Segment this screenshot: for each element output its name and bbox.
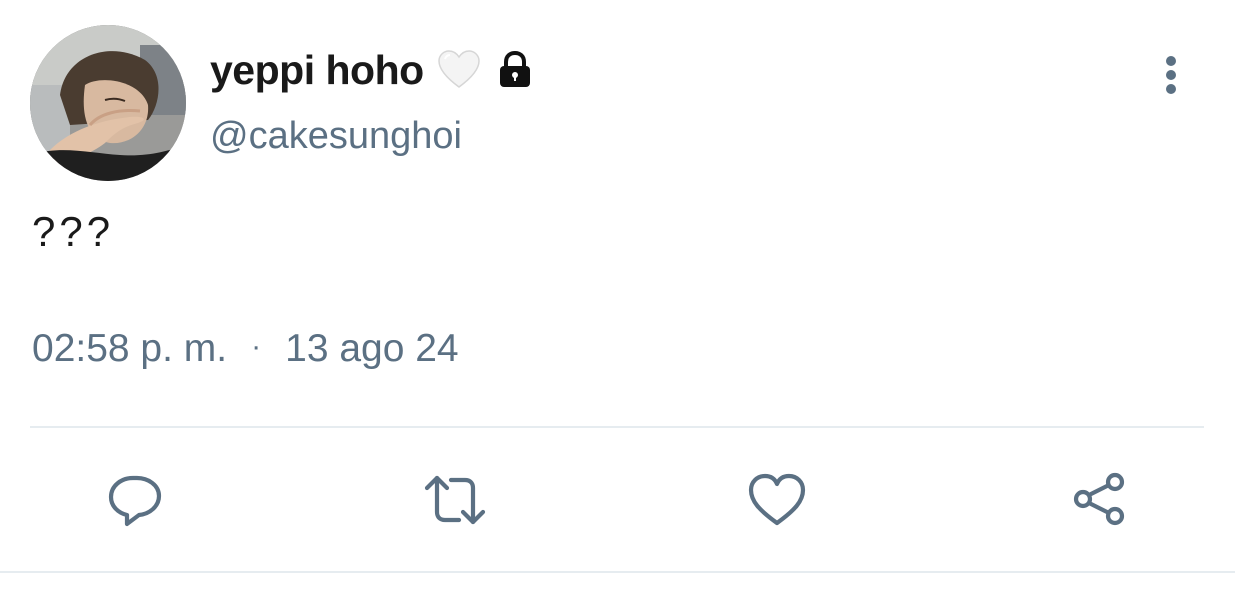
white-heart-emoji-icon xyxy=(436,47,482,93)
reply-icon xyxy=(108,475,162,527)
meta-separator: · xyxy=(251,330,262,363)
bottom-divider xyxy=(0,571,1235,573)
share-icon xyxy=(1073,472,1125,526)
share-button[interactable] xyxy=(1068,468,1132,532)
lock-icon xyxy=(494,49,536,91)
like-icon xyxy=(748,473,806,526)
tweet-text: ??? xyxy=(32,208,115,255)
divider xyxy=(30,426,1204,428)
more-options-icon[interactable] xyxy=(1150,52,1192,98)
tweet-time: 02:58 p. m. xyxy=(32,327,228,370)
avatar[interactable] xyxy=(30,25,186,181)
reply-button[interactable] xyxy=(103,468,167,532)
author-name-row: yeppi hoho xyxy=(210,42,536,98)
retweet-button[interactable] xyxy=(423,468,487,532)
tweet-card: yeppi hoho @cakesunghoi ??? 02:58 p. m. … xyxy=(0,0,1235,591)
like-button[interactable] xyxy=(745,468,809,532)
author-handle[interactable]: @cakesunghoi xyxy=(210,115,462,158)
tweet-meta: 02:58 p. m. · 13 ago 24 xyxy=(32,327,459,371)
tweet-date: 13 ago 24 xyxy=(285,327,459,370)
display-name[interactable]: yeppi hoho xyxy=(210,47,424,94)
retweet-icon xyxy=(424,475,486,525)
